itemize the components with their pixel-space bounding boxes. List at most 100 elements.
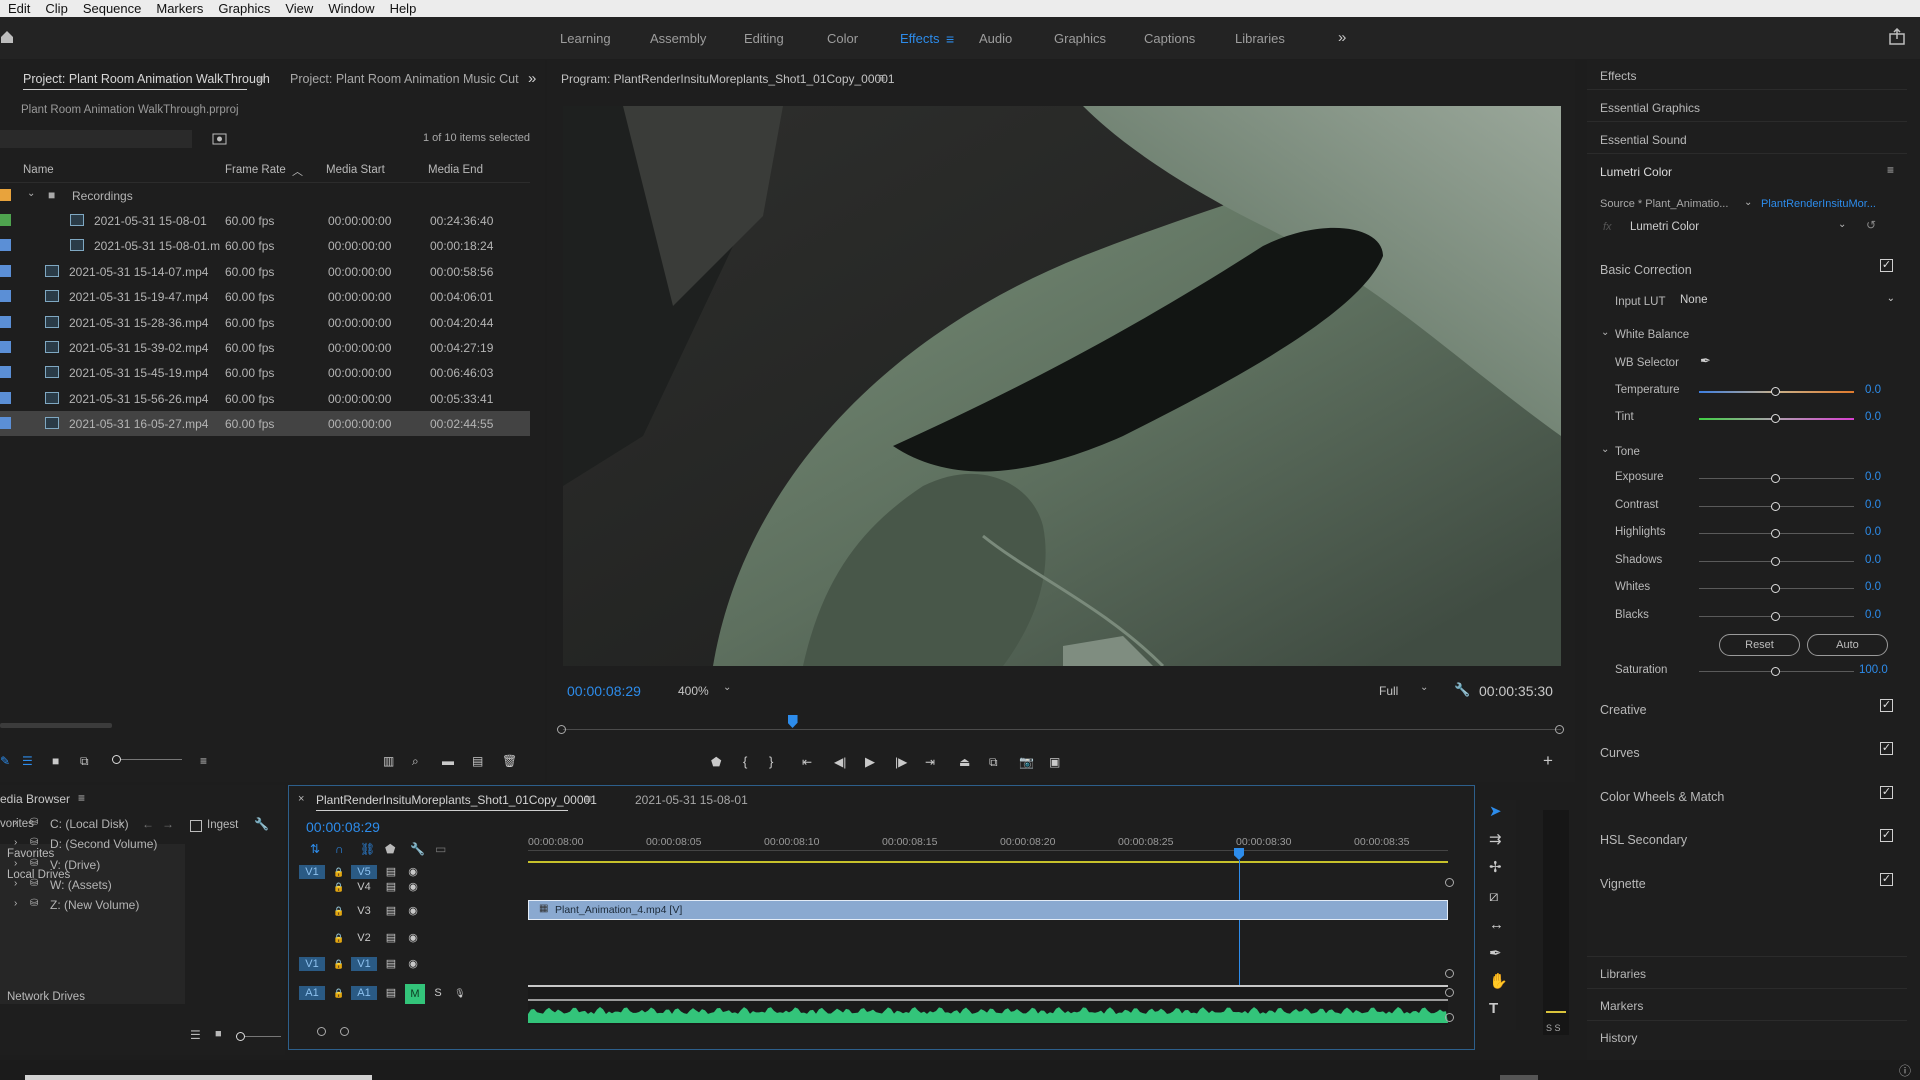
column-frame-rate[interactable]: Frame Rate (225, 164, 286, 176)
freeform-view-icon[interactable]: ⧉ (80, 752, 89, 770)
color-wheels-checkbox[interactable]: ✓ (1880, 786, 1893, 799)
track-name[interactable]: V1 (351, 957, 377, 971)
new-bin-folder-icon[interactable]: ▬ (442, 752, 454, 770)
section-vignette[interactable]: Vignette (1600, 877, 1646, 891)
mute-button[interactable]: M (405, 984, 425, 1004)
lock-icon[interactable]: 🔒 (333, 904, 345, 918)
menu-clip[interactable]: Clip (37, 1, 74, 16)
panel-essential-sound[interactable]: Essential Sound (1600, 133, 1687, 147)
reset-effect-icon[interactable]: ↺ (1866, 218, 1876, 232)
drive-item[interactable]: W: (Assets) (50, 878, 112, 892)
basic-correction-label[interactable]: Basic Correction (1600, 263, 1692, 277)
timeline-playhead[interactable] (1234, 848, 1244, 860)
panel-history[interactable]: History (1600, 1031, 1637, 1045)
effect-dropdown-chevron-icon[interactable]: ⌄ (1838, 219, 1846, 230)
vertical-zoom-handle[interactable] (1445, 969, 1454, 978)
track-name[interactable]: A1 (351, 986, 377, 1000)
chevron-right-icon[interactable]: › (14, 878, 17, 889)
track-name[interactable]: V3 (351, 904, 377, 918)
resolution-dropdown-chevron-icon[interactable]: ⌄ (1420, 682, 1428, 693)
vignette-checkbox[interactable]: ✓ (1880, 873, 1893, 886)
hand-tool-icon[interactable]: ✋ (1489, 973, 1508, 991)
project-item-row[interactable]: 2021-05-31 15-08-01.m 60.00 fps 00:00:00:0… (0, 233, 530, 258)
chevron-right-icon[interactable]: › (14, 837, 17, 848)
drive-item[interactable]: D: (Second Volume) (50, 837, 157, 851)
eye-icon[interactable]: ◉ (405, 865, 421, 879)
project-menu-icon[interactable]: ≡ (258, 72, 265, 86)
reset-button[interactable]: Reset (1719, 634, 1800, 656)
menu-edit[interactable]: Edit (0, 1, 37, 16)
sync-lock-icon[interactable]: ▤ (383, 865, 399, 879)
chevron-down-icon[interactable]: ⌄ (27, 188, 35, 199)
slider-knob[interactable] (1771, 529, 1780, 538)
project-search-input[interactable] (0, 130, 192, 148)
workspace-tab-libraries[interactable]: Libraries (1235, 31, 1285, 46)
automate-to-sequence-icon[interactable]: ▥ (383, 752, 394, 770)
thumbnail-slider-knob[interactable] (236, 1032, 245, 1041)
pencil-icon[interactable]: ✎ (0, 752, 10, 770)
slider-knob[interactable] (1771, 667, 1780, 676)
slip-tool-icon[interactable]: ↔ (1489, 916, 1504, 934)
scroll-thumb[interactable] (1500, 1075, 1538, 1080)
input-lut-select[interactable]: None ⌄ (1680, 293, 1895, 310)
extract-icon[interactable]: ⧉ (989, 753, 998, 771)
scrub-playhead[interactable] (787, 715, 798, 728)
video-frame[interactable] (563, 106, 1561, 666)
sync-lock-icon[interactable]: ▤ (383, 931, 399, 945)
lock-icon[interactable]: 🔒 (333, 986, 345, 1000)
sequence-tab-active[interactable]: PlantRenderInsituMoreplants_Shot1_01Copy… (316, 793, 597, 807)
workspace-tab-captions[interactable]: Captions (1144, 31, 1195, 46)
panel-effects[interactable]: Effects (1600, 69, 1636, 83)
panel-libraries[interactable]: Libraries (1600, 967, 1646, 981)
add-marker-icon[interactable]: ⬟ (711, 753, 721, 771)
section-creative[interactable]: Creative (1600, 703, 1647, 717)
comparison-view-icon[interactable]: ▣ (1049, 753, 1060, 771)
section-curves[interactable]: Curves (1600, 746, 1640, 760)
section-color-wheels[interactable]: Color Wheels & Match (1600, 790, 1724, 804)
nest-toggle-icon[interactable]: ⇅ (310, 842, 320, 856)
drive-item[interactable]: C: (Local Disk) (50, 817, 129, 831)
track-name[interactable]: V5 (351, 865, 377, 879)
scrub-start-handle[interactable] (557, 725, 566, 734)
menu-view[interactable]: View (277, 1, 320, 16)
project-tab-inactive[interactable]: Project: Plant Room Animation Music Cut (290, 72, 519, 86)
meter-solo-buttons[interactable]: S S (1546, 1023, 1561, 1033)
icon-view-icon[interactable]: ■ (52, 752, 59, 770)
selection-tool-icon[interactable]: ➤ (1489, 803, 1502, 821)
lumetri-menu-icon[interactable]: ≡ (1887, 163, 1894, 177)
program-timecode[interactable]: 00:00:08:29 (567, 683, 641, 699)
project-item-row[interactable]: 2021-05-31 15-56-26.mp4 60.00 fps 00:00:00… (0, 386, 530, 411)
chevron-right-icon[interactable]: › (14, 817, 17, 828)
horizontal-zoom-handle[interactable] (317, 1027, 326, 1036)
sequence-menu-icon[interactable]: ≡ (585, 792, 592, 806)
zoom-slider-knob[interactable] (112, 755, 121, 764)
forward-icon[interactable]: → (162, 817, 174, 831)
column-media-end[interactable]: Media End (428, 164, 483, 176)
track-select-tool-icon[interactable]: ⇉ (1489, 831, 1502, 849)
ripple-edit-tool-icon[interactable]: ✢ (1489, 859, 1502, 877)
media-browser-menu-icon[interactable]: ≡ (78, 791, 85, 805)
menu-window[interactable]: Window (320, 1, 381, 16)
sequence-tab-inactive[interactable]: 2021-05-31 15-08-01 (635, 793, 748, 807)
slider-value[interactable]: 0.0 (1865, 554, 1881, 566)
captions-icon[interactable]: ▭ (435, 842, 446, 856)
lock-icon[interactable]: 🔒 (333, 957, 345, 971)
drive-item[interactable]: V: (Drive) (50, 858, 100, 872)
source-dropdown-chevron-icon[interactable]: ⌄ (1744, 197, 1752, 208)
creative-checkbox[interactable]: ✓ (1880, 699, 1893, 712)
lift-icon[interactable]: ⏏ (959, 753, 970, 771)
linked-selection-icon[interactable]: ⛓ (360, 842, 375, 856)
timeline-settings-wrench-icon[interactable]: 🔧 (410, 842, 425, 856)
eyedropper-icon[interactable]: ✒ (1700, 353, 1711, 369)
go-to-out-icon[interactable]: ⇥ (925, 753, 935, 771)
panel-lumetri-color[interactable]: Lumetri Color (1600, 165, 1672, 179)
folder-row[interactable]: ⌄ ■ Recordings (0, 183, 530, 208)
menu-markers[interactable]: Markers (148, 1, 210, 16)
find-icon[interactable]: ⌕ (412, 752, 419, 770)
project-item-row[interactable]: 2021-05-31 15-39-02.mp4 60.00 fps 00:00:00… (0, 335, 530, 360)
slider-value[interactable]: 100.0 (1859, 664, 1888, 676)
go-to-in-icon[interactable]: ⇤ (802, 753, 812, 771)
slider-knob[interactable] (1771, 612, 1780, 621)
panel-markers[interactable]: Markers (1600, 999, 1643, 1013)
menu-graphics[interactable]: Graphics (210, 1, 277, 16)
